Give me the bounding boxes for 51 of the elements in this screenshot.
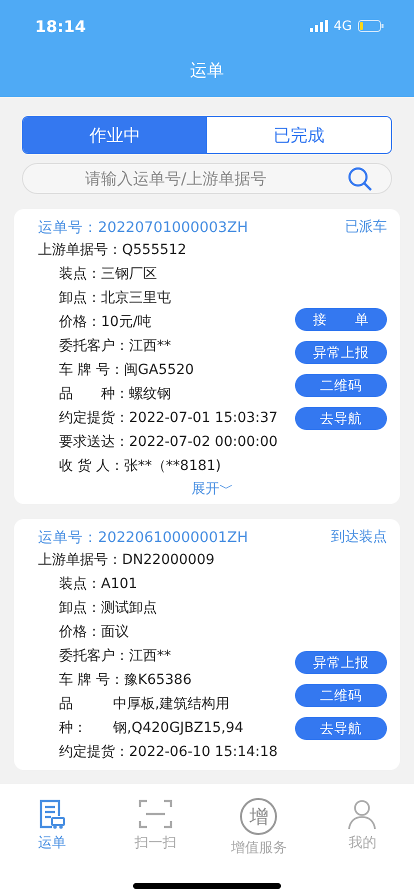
nav-item[interactable]: 我的	[310, 798, 414, 857]
signal-icon	[310, 20, 328, 32]
tab[interactable]: 作业中	[23, 117, 207, 153]
field-text: 委托客户：江西**	[59, 337, 171, 355]
field-text: 要求送达：2022-07-02 00:00:00	[59, 433, 278, 451]
scan-icon	[138, 798, 173, 830]
field-text: 车 牌 号：闽GA5520	[59, 361, 194, 379]
field-text: 车 牌 号：豫K65386	[59, 671, 192, 689]
field-text: 约定提货：2022-06-10 15:14:18	[59, 743, 278, 761]
search-field[interactable]: 请输入运单号/上游单据号	[22, 163, 392, 194]
field-text: 装点：三钢厂区	[59, 265, 157, 283]
action-button[interactable]: 二维码	[295, 684, 387, 707]
tab[interactable]: 已完成	[207, 117, 391, 153]
field-text: 品 种：螺纹钢	[59, 385, 171, 403]
field-text: 卸点：北京三里屯	[59, 289, 171, 307]
field-text: 价格：10元/吨	[59, 313, 152, 331]
field-text: 卸点：测试卸点	[59, 599, 157, 617]
network-type: 4G	[334, 18, 352, 34]
field-label: 种：	[59, 719, 88, 737]
page-title: 运单	[189, 60, 225, 83]
action-button[interactable]: 异常上报	[295, 341, 387, 364]
waybill-number: 运单号：20220610000001ZH	[38, 528, 248, 546]
person-icon	[346, 798, 378, 830]
document-truck-icon	[38, 798, 66, 830]
nav-item[interactable]: 增 增值服务	[207, 798, 310, 857]
action-button[interactable]: 接 单	[295, 308, 387, 331]
expand-link[interactable]: 展开﹀	[192, 480, 234, 498]
nav-item[interactable]: 扫一扫	[104, 798, 207, 857]
action-button[interactable]: 异常上报	[295, 651, 387, 674]
field-label: 品	[59, 695, 74, 713]
action-button[interactable]: 二维码	[295, 374, 387, 397]
field-text: 约定提货：2022-07-01 15:03:37	[59, 409, 278, 427]
search-icon[interactable]	[347, 166, 373, 192]
order-status: 已派车	[345, 218, 387, 236]
order-status: 到达装点	[331, 528, 387, 546]
field-text: 收 货 人：张**（**8181)	[59, 457, 221, 475]
field-text: 价格：面议	[59, 623, 129, 641]
status-time: 18:14	[35, 16, 86, 36]
action-button[interactable]: 去导航	[295, 407, 387, 430]
field-text: 委托客户：江西**	[59, 647, 171, 665]
action-button[interactable]: 去导航	[295, 717, 387, 740]
battery-icon	[358, 20, 384, 32]
field-text: 上游单据号：DN22000009	[38, 551, 215, 569]
field-text: 装点：A101	[59, 575, 138, 593]
field-text: 上游单据号：Q555512	[38, 241, 186, 259]
field-value: 中厚板,建筑结构用	[113, 695, 230, 713]
service-glyph-icon: 增	[240, 798, 278, 835]
nav-item[interactable]: 运单	[0, 798, 104, 857]
search-input[interactable]: 请输入运单号/上游单据号	[83, 168, 347, 189]
field-value: 钢,Q420GJBZ15,94	[113, 719, 244, 737]
waybill-number: 运单号：20220701000003ZH	[38, 218, 248, 236]
